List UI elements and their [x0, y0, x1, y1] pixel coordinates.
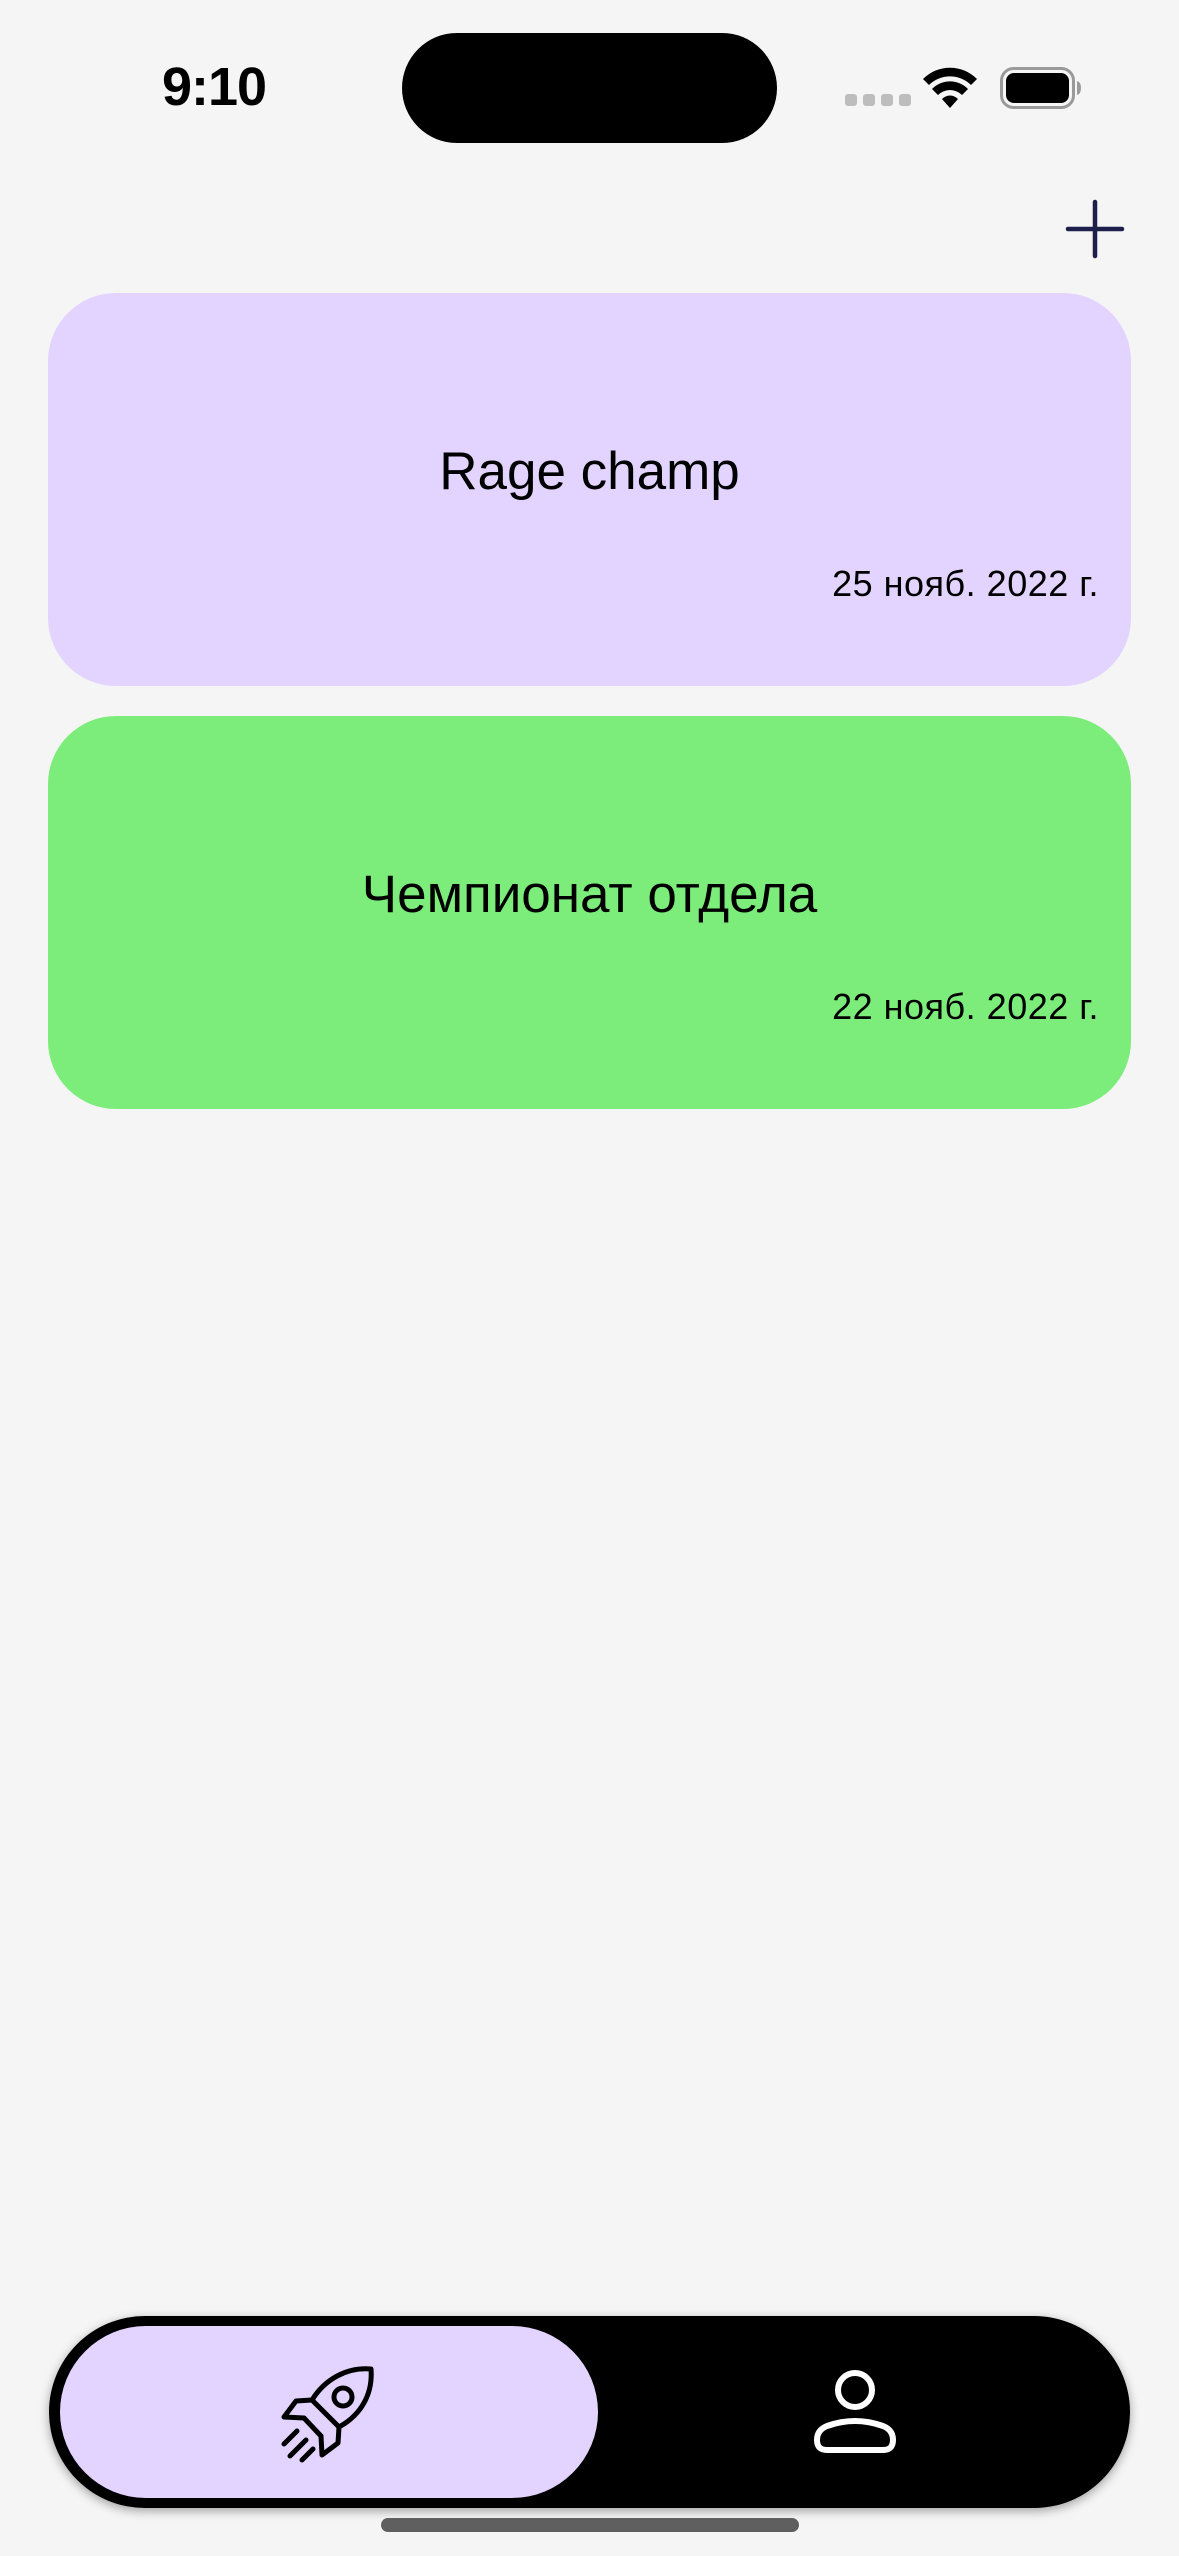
home-indicator — [381, 2518, 799, 2532]
tab-profile[interactable] — [598, 2326, 1119, 2498]
cellular-signal-icon — [845, 94, 911, 106]
championship-card[interactable]: Чемпионат отдела 22 нояб. 2022 г. — [48, 716, 1131, 1109]
championship-date: 22 нояб. 2022 г. — [832, 986, 1099, 1027]
championship-card[interactable]: Rage champ 25 нояб. 2022 г. — [48, 293, 1131, 686]
add-championship-button[interactable] — [1062, 196, 1128, 262]
tab-bar — [49, 2316, 1130, 2508]
battery-icon — [1000, 67, 1081, 109]
person-icon — [814, 2370, 896, 2453]
championship-date: 25 нояб. 2022 г. — [832, 563, 1099, 604]
championship-title: Чемпионат отдела — [361, 865, 818, 924]
championship-title: Rage champ — [439, 442, 740, 501]
tab-championships[interactable] — [60, 2326, 598, 2498]
rocket-icon — [281, 2366, 374, 2463]
wifi-icon — [923, 67, 977, 108]
status-time: 9:10 — [162, 57, 267, 117]
dynamic-island — [402, 33, 777, 143]
